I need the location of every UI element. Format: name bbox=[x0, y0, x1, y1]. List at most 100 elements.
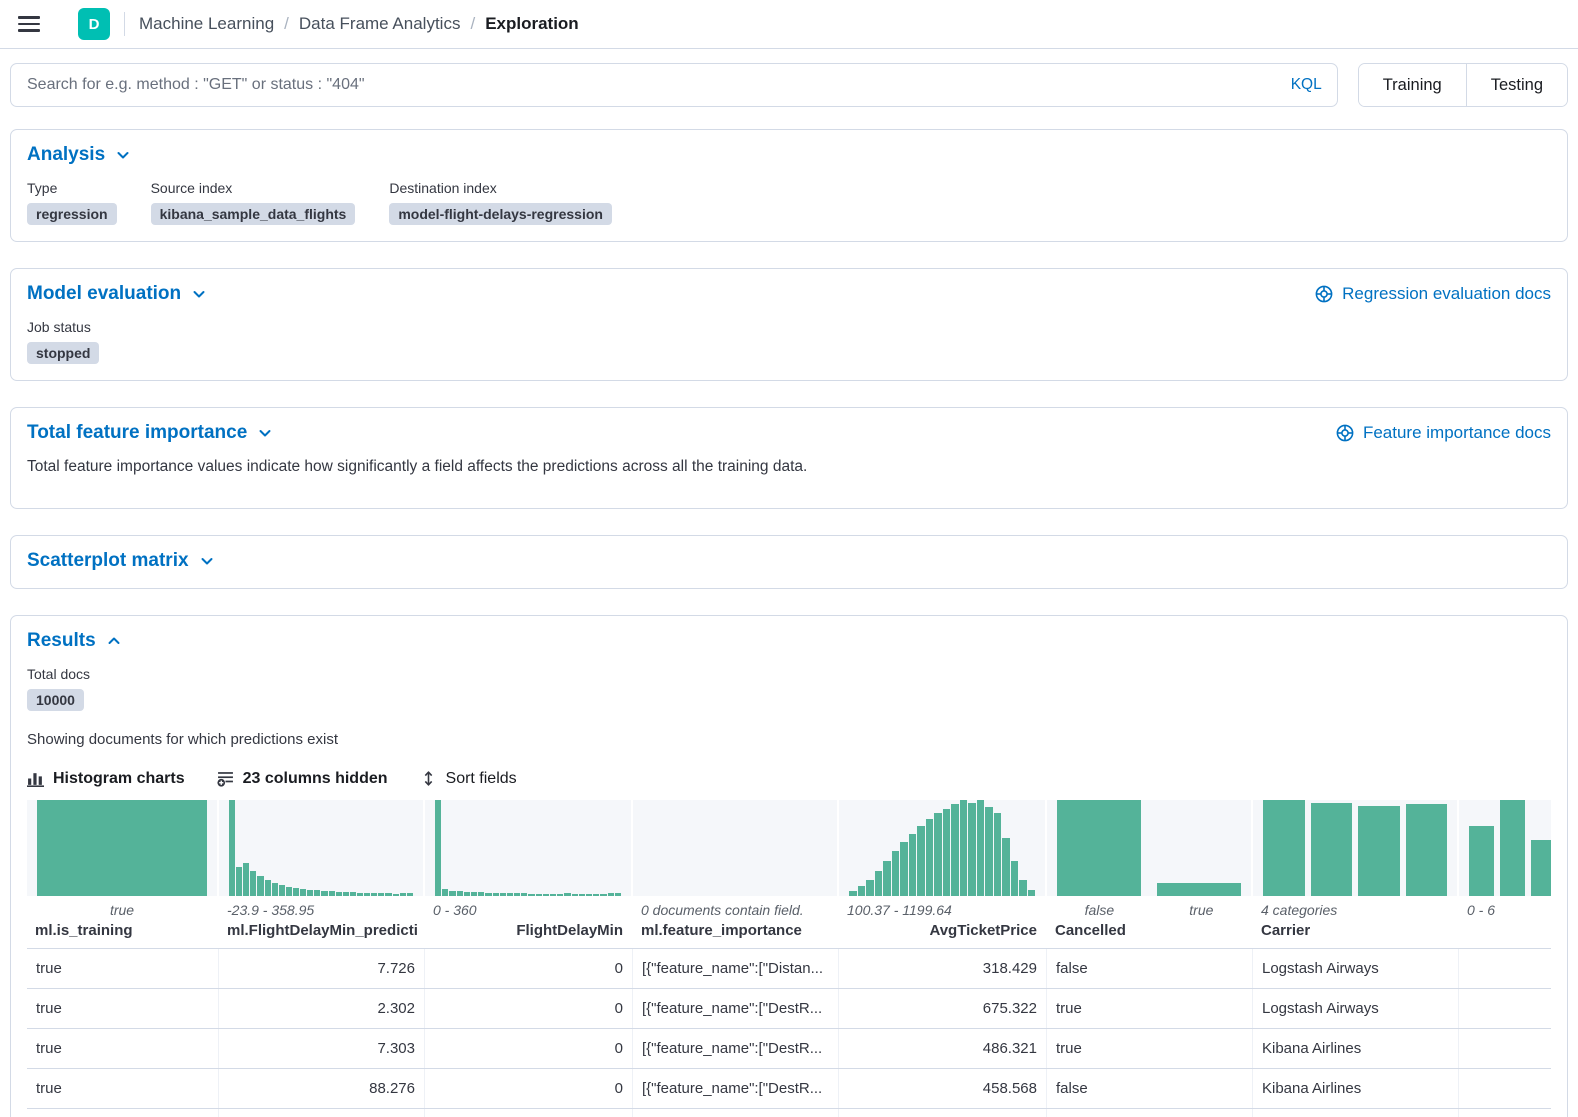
histogram-bar bbox=[293, 888, 299, 896]
results-subtitle: Showing documents for which predictions … bbox=[27, 731, 1551, 748]
column-name: ml.is_training bbox=[27, 918, 217, 948]
table-cell[interactable]: 2.302 bbox=[219, 989, 425, 1028]
table-cell[interactable]: 0 bbox=[425, 989, 633, 1028]
histogram-bar bbox=[257, 876, 263, 895]
histogram-bar bbox=[329, 891, 335, 896]
sort-fields-button[interactable]: Sort fields bbox=[420, 770, 517, 788]
scatterplot-matrix-toggle[interactable]: Scatterplot matrix bbox=[27, 550, 215, 572]
table-cell[interactable] bbox=[425, 1109, 633, 1117]
column-range-label: 4 categories bbox=[1253, 896, 1457, 918]
model-evaluation-toggle[interactable]: Model evaluation bbox=[27, 283, 207, 305]
grid-column-header[interactable]: 0 - 6 bbox=[1459, 800, 1551, 948]
histogram-bar bbox=[300, 889, 306, 896]
table-cell[interactable] bbox=[1459, 1069, 1551, 1108]
table-cell[interactable]: [{"feature_name":["Distan... bbox=[633, 949, 839, 988]
table-cell[interactable]: 675.322 bbox=[839, 989, 1047, 1028]
table-cell[interactable] bbox=[219, 1109, 425, 1117]
testing-button[interactable]: Testing bbox=[1466, 64, 1567, 106]
grid-column-header[interactable]: -23.9 - 358.95ml.FlightDelayMin_predicti bbox=[219, 800, 423, 948]
chevron-down-icon bbox=[257, 425, 273, 441]
columns-hidden-button[interactable]: 23 columns hidden bbox=[217, 770, 388, 788]
analysis-field-source-index: Source index kibana_sample_data_flights bbox=[151, 180, 356, 225]
results-toggle[interactable]: Results bbox=[27, 630, 122, 652]
grid-column-header[interactable]: 4 categoriesCarrier bbox=[1253, 800, 1457, 948]
total-feature-importance-toggle[interactable]: Total feature importance bbox=[27, 422, 273, 444]
table-cell[interactable]: 0 bbox=[425, 1029, 633, 1068]
table-row: true7.7260[{"feature_name":["Distan...31… bbox=[27, 949, 1551, 989]
column-histogram bbox=[1459, 800, 1551, 896]
table-cell[interactable] bbox=[633, 1109, 839, 1117]
table-cell[interactable]: 318.429 bbox=[839, 949, 1047, 988]
histogram-bar bbox=[350, 892, 356, 896]
column-name: FlightDelayMin bbox=[425, 918, 631, 948]
columns-icon bbox=[217, 770, 234, 787]
table-cell[interactable] bbox=[1253, 1109, 1459, 1117]
table-cell[interactable] bbox=[839, 1109, 1047, 1117]
histogram-bar bbox=[1263, 800, 1305, 896]
table-cell[interactable]: false bbox=[1047, 1069, 1253, 1108]
table-cell[interactable] bbox=[27, 1109, 219, 1117]
table-cell[interactable] bbox=[1047, 1109, 1253, 1117]
analysis-field-type: Type regression bbox=[27, 180, 117, 225]
table-cell[interactable]: 0 bbox=[425, 1069, 633, 1108]
table-cell[interactable]: true bbox=[27, 989, 219, 1028]
model-evaluation-panel: Model evaluation Regression evaluation d… bbox=[10, 268, 1568, 381]
table-cell[interactable] bbox=[1459, 1029, 1551, 1068]
table-cell[interactable]: 0 bbox=[425, 949, 633, 988]
breadcrumb-machine-learning[interactable]: Machine Learning bbox=[139, 14, 274, 34]
table-cell[interactable]: 7.303 bbox=[219, 1029, 425, 1068]
regression-evaluation-docs-link[interactable]: Regression evaluation docs bbox=[1314, 284, 1551, 304]
analysis-toggle[interactable]: Analysis bbox=[27, 144, 131, 166]
histogram-bar bbox=[400, 893, 406, 896]
destination-index-badge: model-flight-delays-regression bbox=[389, 203, 612, 225]
search-input[interactable] bbox=[10, 63, 1338, 107]
histogram-bar bbox=[314, 890, 320, 896]
header-divider bbox=[124, 12, 125, 36]
table-cell[interactable]: true bbox=[1047, 1029, 1253, 1068]
table-cell[interactable]: [{"feature_name":["DestR... bbox=[633, 1029, 839, 1068]
table-cell[interactable]: 486.321 bbox=[839, 1029, 1047, 1068]
table-cell[interactable] bbox=[1459, 1109, 1551, 1117]
histogram-bar bbox=[1500, 800, 1525, 896]
column-histogram bbox=[633, 800, 837, 896]
histogram-bar bbox=[943, 809, 951, 895]
field-label: Type bbox=[27, 180, 117, 196]
table-cell[interactable]: 88.276 bbox=[219, 1069, 425, 1108]
grid-column-header[interactable]: 100.37 - 1199.64AvgTicketPrice bbox=[839, 800, 1045, 948]
menu-icon[interactable] bbox=[12, 7, 46, 41]
feature-importance-docs-link[interactable]: Feature importance docs bbox=[1335, 423, 1551, 443]
grid-column-header[interactable]: trueml.is_training bbox=[27, 800, 217, 948]
column-range-label: -23.9 - 358.95 bbox=[219, 896, 423, 918]
table-cell[interactable]: [{"feature_name":["DestR... bbox=[633, 1069, 839, 1108]
histogram-charts-button[interactable]: Histogram charts bbox=[27, 770, 185, 788]
training-button[interactable]: Training bbox=[1359, 64, 1466, 106]
breadcrumb-data-frame-analytics[interactable]: Data Frame Analytics bbox=[299, 14, 461, 34]
source-index-badge: kibana_sample_data_flights bbox=[151, 203, 356, 225]
histogram-bar bbox=[507, 893, 513, 896]
table-cell[interactable]: false bbox=[1047, 949, 1253, 988]
table-cell[interactable]: Logstash Airways bbox=[1253, 989, 1459, 1028]
table-cell[interactable] bbox=[1459, 989, 1551, 1028]
table-cell[interactable]: true bbox=[27, 1069, 219, 1108]
kql-button[interactable]: KQL bbox=[1291, 76, 1322, 94]
table-cell[interactable]: Logstash Airways bbox=[1253, 949, 1459, 988]
table-cell[interactable]: 458.568 bbox=[839, 1069, 1047, 1108]
table-cell[interactable]: true bbox=[27, 1029, 219, 1068]
table-cell[interactable]: Kibana Airlines bbox=[1253, 1029, 1459, 1068]
space-avatar[interactable]: D bbox=[78, 8, 110, 40]
table-cell[interactable]: true bbox=[1047, 989, 1253, 1028]
table-cell[interactable]: 7.726 bbox=[219, 949, 425, 988]
grid-column-header[interactable]: falsetrueCancelled bbox=[1047, 800, 1251, 948]
field-label: Destination index bbox=[389, 180, 612, 196]
histogram-icon bbox=[27, 770, 44, 787]
column-range-label: 0 - 6 bbox=[1459, 896, 1551, 918]
table-cell[interactable]: [{"feature_name":["DestR... bbox=[633, 989, 839, 1028]
grid-column-header[interactable]: 0 documents contain field.ml.feature_imp… bbox=[633, 800, 837, 948]
grid-column-header[interactable]: 0 - 360FlightDelayMin bbox=[425, 800, 631, 948]
histogram-bar bbox=[243, 863, 249, 896]
toolbar-button-label: Histogram charts bbox=[53, 770, 185, 788]
histogram-bar bbox=[371, 893, 377, 896]
table-cell[interactable]: Kibana Airlines bbox=[1253, 1069, 1459, 1108]
table-cell[interactable] bbox=[1459, 949, 1551, 988]
table-cell[interactable]: true bbox=[27, 949, 219, 988]
